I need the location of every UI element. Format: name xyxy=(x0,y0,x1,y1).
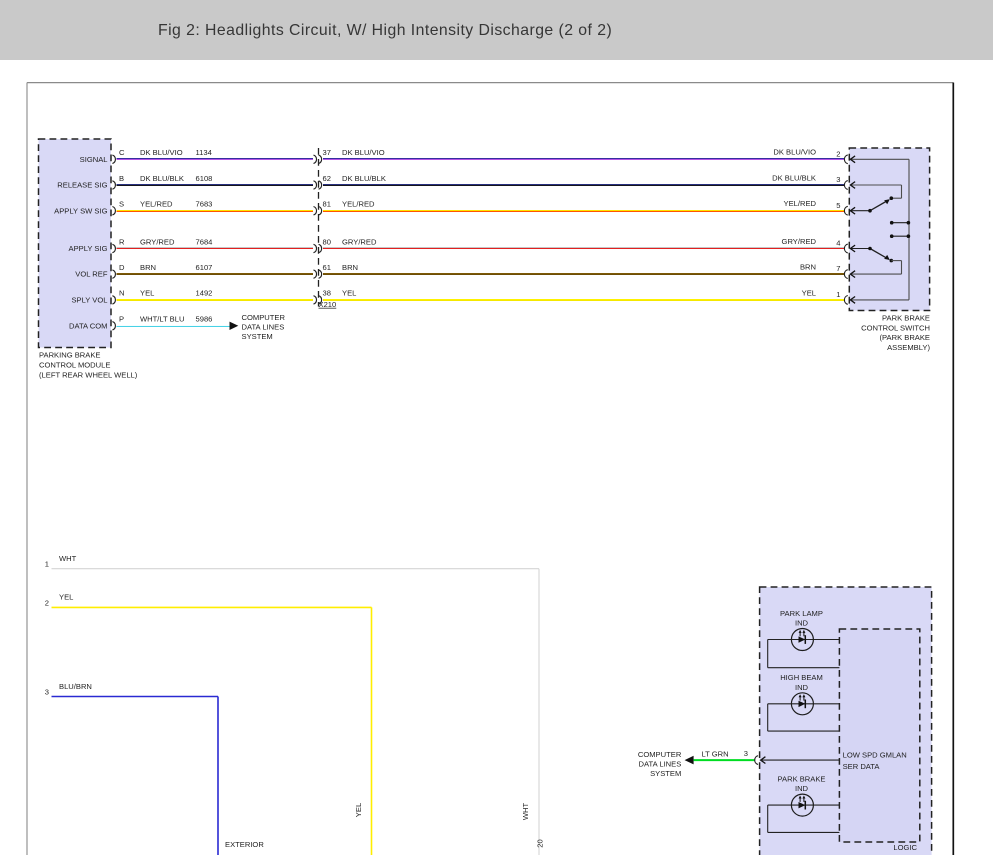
svg-text:DATA LINES: DATA LINES xyxy=(242,322,285,331)
svg-text:DK BLU/VIO: DK BLU/VIO xyxy=(342,148,385,157)
svg-text:2: 2 xyxy=(836,149,840,158)
svg-text:WHT: WHT xyxy=(521,802,530,820)
svg-text:S: S xyxy=(119,200,124,209)
svg-text:GRY/RED: GRY/RED xyxy=(342,237,377,246)
svg-text:COMPUTER: COMPUTER xyxy=(242,313,286,322)
svg-text:4: 4 xyxy=(836,239,840,248)
svg-text:B: B xyxy=(119,174,124,183)
svg-text:1: 1 xyxy=(836,290,840,299)
svg-text:YEL: YEL xyxy=(59,593,73,602)
svg-text:LT GRN: LT GRN xyxy=(702,749,729,758)
svg-text:LOGIC: LOGIC xyxy=(893,843,917,852)
svg-text:38: 38 xyxy=(323,289,331,298)
svg-text:HIGH BEAM: HIGH BEAM xyxy=(780,673,823,682)
svg-text:(LEFT REAR WHEEL WELL): (LEFT REAR WHEEL WELL) xyxy=(39,371,138,380)
svg-text:X210: X210 xyxy=(319,300,337,309)
svg-text:YEL: YEL xyxy=(140,289,154,298)
svg-text:1492: 1492 xyxy=(196,289,213,298)
svg-text:Fig 2: Headlights Circuit, W/: Fig 2: Headlights Circuit, W/ High Inten… xyxy=(158,22,612,39)
svg-text:20: 20 xyxy=(535,839,544,847)
svg-text:YEL/RED: YEL/RED xyxy=(784,199,817,208)
svg-text:EXTERIOR: EXTERIOR xyxy=(225,840,264,849)
svg-text:C: C xyxy=(119,148,125,157)
svg-text:3: 3 xyxy=(45,687,49,696)
svg-text:DK BLU/BLK: DK BLU/BLK xyxy=(140,174,184,183)
svg-text:IND: IND xyxy=(795,683,809,692)
svg-text:YEL: YEL xyxy=(354,803,363,817)
svg-text:37: 37 xyxy=(323,148,331,157)
svg-text:COMPUTER: COMPUTER xyxy=(638,750,682,759)
svg-text:BRN: BRN xyxy=(140,263,156,272)
svg-text:LOW SPD GMLAN: LOW SPD GMLAN xyxy=(843,750,907,759)
svg-text:61: 61 xyxy=(323,263,331,272)
svg-text:5: 5 xyxy=(836,201,840,210)
svg-text:3: 3 xyxy=(744,749,748,758)
svg-text:DK BLU/VIO: DK BLU/VIO xyxy=(140,148,183,157)
svg-text:DK BLU/VIO: DK BLU/VIO xyxy=(773,148,816,157)
svg-text:80: 80 xyxy=(323,237,331,246)
svg-text:YEL: YEL xyxy=(802,288,816,297)
svg-text:5986: 5986 xyxy=(196,315,213,324)
svg-text:BLU/BRN: BLU/BRN xyxy=(59,682,92,691)
svg-text:R: R xyxy=(119,237,125,246)
svg-text:2: 2 xyxy=(45,598,49,607)
svg-text:DK BLU/BLK: DK BLU/BLK xyxy=(342,174,386,183)
svg-text:6107: 6107 xyxy=(196,263,213,272)
svg-text:81: 81 xyxy=(323,200,331,209)
svg-text:YEL: YEL xyxy=(342,289,356,298)
svg-text:N: N xyxy=(119,289,124,298)
svg-text:SIGNAL: SIGNAL xyxy=(80,155,108,164)
svg-text:(PARK BRAKE: (PARK BRAKE xyxy=(880,333,931,342)
svg-text:6108: 6108 xyxy=(196,174,213,183)
svg-text:1: 1 xyxy=(45,560,49,569)
svg-text:1134: 1134 xyxy=(196,148,212,157)
svg-text:WHT: WHT xyxy=(59,554,77,563)
svg-text:CONTROL SWITCH: CONTROL SWITCH xyxy=(861,323,930,332)
svg-text:GRY/RED: GRY/RED xyxy=(140,237,175,246)
svg-text:BRN: BRN xyxy=(800,263,816,272)
svg-text:RELEASE SIG: RELEASE SIG xyxy=(57,181,107,190)
svg-text:APPLY SW SIG: APPLY SW SIG xyxy=(54,206,107,215)
svg-text:VOL REF: VOL REF xyxy=(75,270,108,279)
svg-text:SYSTEM: SYSTEM xyxy=(650,769,681,778)
svg-text:IND: IND xyxy=(795,784,809,793)
svg-text:SPLY VOL: SPLY VOL xyxy=(71,296,107,305)
svg-text:ASSEMBLY): ASSEMBLY) xyxy=(887,343,930,352)
svg-text:YEL/RED: YEL/RED xyxy=(342,200,375,209)
svg-text:7683: 7683 xyxy=(196,200,213,209)
svg-text:CONTROL MODULE: CONTROL MODULE xyxy=(39,361,110,370)
svg-text:PARK BRAKE: PARK BRAKE xyxy=(778,775,826,784)
svg-text:62: 62 xyxy=(323,174,331,183)
svg-text:7684: 7684 xyxy=(196,237,213,246)
svg-text:APPLY SIG: APPLY SIG xyxy=(69,244,108,253)
svg-text:IND: IND xyxy=(795,618,809,627)
svg-text:WHT/LT BLU: WHT/LT BLU xyxy=(140,315,184,324)
svg-text:DATA COM: DATA COM xyxy=(69,321,108,330)
svg-text:PARKING BRAKE: PARKING BRAKE xyxy=(39,351,100,360)
svg-text:D: D xyxy=(119,263,125,272)
svg-text:BRN: BRN xyxy=(342,263,358,272)
svg-text:GRY/RED: GRY/RED xyxy=(782,237,817,246)
svg-text:P: P xyxy=(119,315,124,324)
svg-text:YEL/RED: YEL/RED xyxy=(140,200,173,209)
svg-text:SYSTEM: SYSTEM xyxy=(242,332,273,341)
svg-text:DATA LINES: DATA LINES xyxy=(639,760,682,769)
svg-text:PARK BRAKE: PARK BRAKE xyxy=(882,313,930,322)
svg-text:3: 3 xyxy=(836,175,840,184)
svg-text:7: 7 xyxy=(836,264,840,273)
svg-text:SER DATA: SER DATA xyxy=(843,762,881,771)
svg-text:PARK LAMP: PARK LAMP xyxy=(780,609,823,618)
svg-text:DK BLU/BLK: DK BLU/BLK xyxy=(772,173,816,182)
